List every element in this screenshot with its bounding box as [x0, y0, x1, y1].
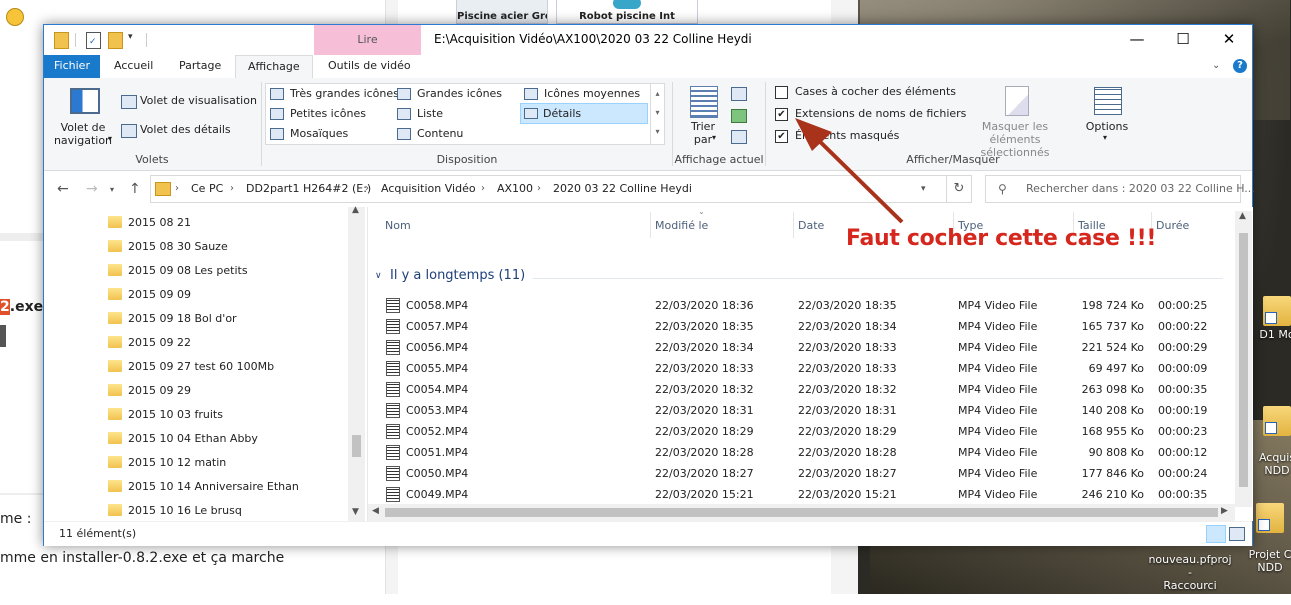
- annotation-layer: [795, 118, 904, 224]
- annotation-text: Faut cocher cette case !!!: [846, 226, 1157, 251]
